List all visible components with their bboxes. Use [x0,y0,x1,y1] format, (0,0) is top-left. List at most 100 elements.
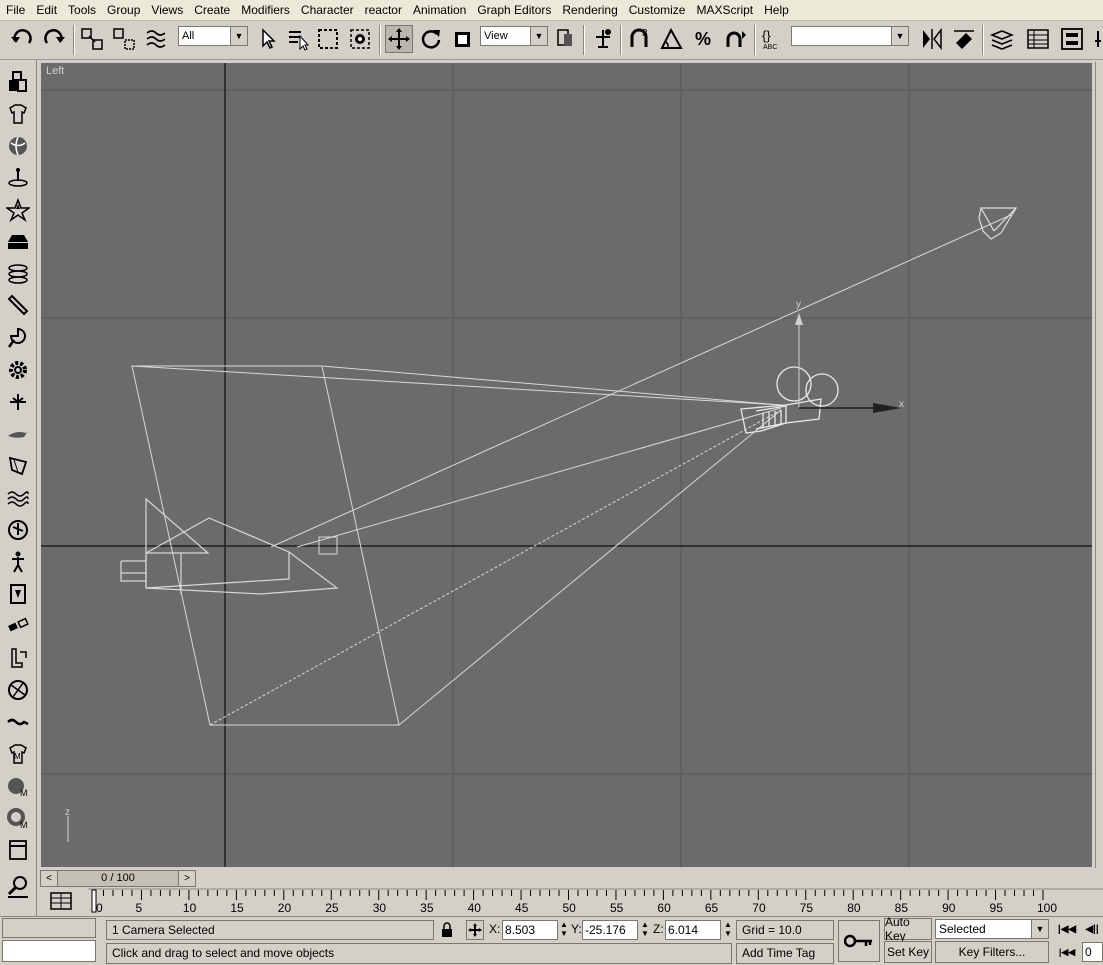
menu-graph-editors[interactable]: Graph Editors [471,0,556,20]
bone-icon[interactable] [4,644,32,672]
set-key-icon[interactable] [838,920,880,962]
maxscript-mini-listener-top[interactable] [2,918,96,938]
zoom-extents-icon[interactable] [4,872,32,900]
skin-icon[interactable] [4,452,32,480]
open-mini-curve-editor-icon[interactable] [48,890,74,912]
track-bar[interactable]: 0 5 10 15 20 25 30 35 40 45 50 55 60 65 70 75 80 85 90 95 10… [88,888,1103,916]
menu-views[interactable]: Views [145,0,188,20]
rope-icon[interactable] [4,708,32,736]
angle-snap-icon[interactable] [658,25,686,53]
add-time-tag-button[interactable]: Add Time Tag [736,943,834,964]
biped-icon[interactable] [4,516,32,544]
schematic-view-icon[interactable] [1058,25,1086,53]
absolute-mode-transform-icon[interactable] [466,920,484,940]
character-studio-icon[interactable] [4,580,32,608]
set-key-button[interactable]: Set Key [884,941,932,963]
paint-icon[interactable] [4,324,32,352]
percent-snap-icon[interactable]: % [690,25,718,53]
listener-icon[interactable] [4,836,32,864]
z-coord-field[interactable]: 6.014 [665,920,721,940]
select-and-manipulate-icon[interactable] [589,25,617,53]
go-to-start-icon[interactable]: |◀◀ [1056,920,1078,938]
key-mode-toggle-icon[interactable]: |◀◀ [1056,943,1078,961]
menu-reactor[interactable]: reactor [359,0,407,20]
select-and-rotate-icon[interactable] [417,25,445,53]
z-coord-spinner[interactable]: ▲ ▼ [723,920,733,940]
material-shirt-icon[interactable]: M [4,740,32,768]
maxscript-mini-listener-input[interactable] [2,940,96,962]
rectangular-selection-region-icon[interactable] [314,25,342,53]
select-by-name-icon[interactable] [284,25,312,53]
box-icon[interactable] [4,68,32,96]
wave-icon[interactable] [4,484,32,512]
material-ring-icon[interactable]: M [4,804,32,832]
stack-icon[interactable] [4,260,32,288]
current-frame-field[interactable]: 0 [1082,942,1103,962]
menu-customize[interactable]: Customize [623,0,691,20]
menu-file[interactable]: File [0,0,30,20]
window-crossing-icon[interactable] [346,25,374,53]
transform-gizmo[interactable]: y x [795,299,904,413]
lamp-icon[interactable] [4,164,32,192]
y-coord-field[interactable]: -25.176 [582,920,638,940]
spinner-snap-icon[interactable] [722,25,750,53]
key-filters-button[interactable]: Key Filters... [935,941,1049,963]
menu-create[interactable]: Create [188,0,235,20]
key-mode-dropdown[interactable]: Selected ▼ [935,919,1049,939]
snaps-toggle-icon[interactable]: 3 [626,25,654,53]
ball-icon[interactable] [4,676,32,704]
use-pivot-center-icon[interactable] [552,25,580,53]
shirt-icon[interactable] [4,100,32,128]
auto-key-button[interactable]: Auto Key [884,915,932,943]
menu-maxscript[interactable]: MAXScript [690,0,758,20]
menu-edit[interactable]: Edit [30,0,62,20]
x-coord-field[interactable]: 8.503 [502,920,558,940]
menu-modifiers[interactable]: Modifiers [235,0,295,20]
time-slider-prev-button[interactable]: < [42,871,56,886]
star-icon[interactable] [4,196,32,224]
time-slider-value[interactable]: 0 / 100 [57,871,179,886]
track-tick-label: 35 [420,901,434,915]
material-sphere-icon[interactable]: M [4,772,32,800]
brush-icon[interactable] [4,292,32,320]
select-object-icon[interactable] [254,25,282,53]
y-coord-spinner[interactable]: ▲ ▼ [640,920,650,940]
menu-help[interactable]: Help [758,0,794,20]
menu-rendering[interactable]: Rendering [556,0,622,20]
selection-filter-dropdown[interactable]: All ▼ [178,26,248,46]
unlink-selection-icon[interactable] [110,25,138,53]
menu-character[interactable]: Character [295,0,359,20]
lock-icon[interactable] [440,920,454,940]
time-slider-next-button[interactable]: > [180,871,194,886]
reference-coordinate-dropdown[interactable]: View ▼ [480,26,548,46]
redo-icon[interactable] [40,25,68,53]
gear-icon[interactable] [4,356,32,384]
previous-frame-icon[interactable]: ◀|| [1082,920,1102,938]
sphere-icon[interactable] [4,132,32,160]
align-icon[interactable] [950,25,978,53]
layer-manager-icon[interactable] [988,25,1016,53]
mirror-icon[interactable] [918,25,946,53]
bind-to-space-warp-icon[interactable] [142,25,170,53]
menu-tools[interactable]: Tools [62,0,101,20]
menu-animation[interactable]: Animation [407,0,471,20]
x-coord-spinner[interactable]: ▲ ▼ [559,920,569,940]
undo-icon[interactable] [8,25,36,53]
bird-icon[interactable] [4,420,32,448]
time-slider[interactable]: < 0 / 100 > [40,870,196,887]
menu-group[interactable]: Group [101,0,145,20]
current-frame-marker[interactable] [91,889,97,913]
edit-named-selection-icon[interactable]: {} ABC [759,25,787,53]
gizmo-x-label: x [899,399,904,410]
figure-icon[interactable] [4,548,32,576]
material-editor-icon[interactable] [1090,25,1103,53]
link-icon[interactable] [4,612,32,640]
left-viewport[interactable]: Left y x z [40,62,1093,868]
select-and-move-icon[interactable] [385,25,413,53]
patch-grid-icon[interactable] [4,228,32,256]
select-and-scale-icon[interactable] [448,25,476,53]
named-selection-dropdown[interactable]: ▼ [791,26,909,46]
select-and-link-icon[interactable] [78,25,106,53]
tree-icon[interactable] [4,388,32,416]
curve-editor-icon[interactable] [1024,25,1052,53]
